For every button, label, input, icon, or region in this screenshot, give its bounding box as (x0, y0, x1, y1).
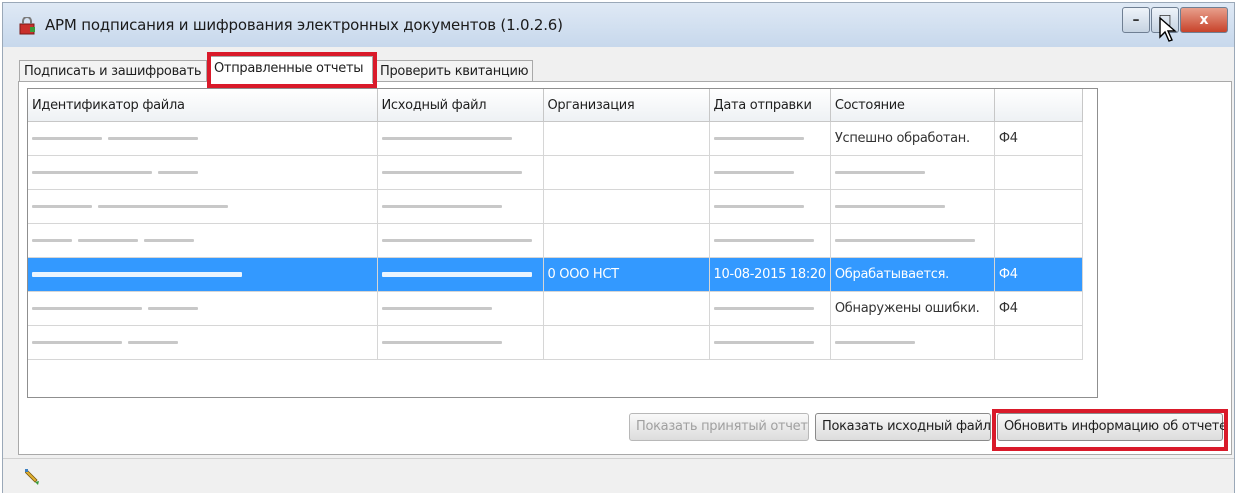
organization-cell (543, 189, 710, 224)
pencil-icon (25, 469, 39, 485)
send-date-cell (709, 189, 831, 224)
status-cell (830, 155, 995, 190)
form-cell: Ф4 (994, 257, 1083, 292)
send-date-cell: 10-08-2015 18:20 (709, 257, 831, 292)
table-row[interactable] (28, 223, 1083, 258)
column-header-form[interactable] (994, 89, 1083, 122)
source-file-cell (377, 291, 544, 326)
form-cell: Ф4 (994, 121, 1083, 156)
form-cell (994, 325, 1083, 360)
form-cell (994, 223, 1083, 258)
window-title: АРМ подписания и шифрования электронных … (45, 16, 563, 34)
column-header-send-date[interactable]: Дата отправки (709, 89, 831, 122)
send-date-cell (709, 121, 831, 156)
table-row[interactable]: Успешно обработан. Ф4 (28, 121, 1083, 156)
form-cell: Ф4 (994, 291, 1083, 326)
button-highlight-frame (992, 409, 1228, 451)
file-id-cell (28, 325, 378, 360)
file-id-cell (28, 257, 378, 292)
status-cell: Обрабатывается. (830, 257, 995, 292)
status-cell: Успешно обработан. (830, 121, 995, 156)
send-date-cell (709, 223, 831, 258)
status-cell (830, 325, 995, 360)
send-date-cell (709, 155, 831, 190)
organization-cell (543, 155, 710, 190)
header-row: Идентификатор файла Исходный файл Органи… (28, 89, 1083, 122)
file-id-cell (28, 121, 378, 156)
table-row-selected[interactable]: 0 ООО НСТ 10-08-2015 18:20 Обрабатываетс… (28, 257, 1083, 292)
sent-reports-panel: Идентификатор файла Исходный файл Органи… (18, 81, 1232, 455)
close-button[interactable]: x (1180, 7, 1228, 33)
column-header-file-id[interactable]: Идентификатор файла (28, 89, 378, 122)
table-row[interactable] (28, 189, 1083, 224)
organization-cell (543, 223, 710, 258)
reports-table: Идентификатор файла Исходный файл Органи… (28, 89, 1083, 360)
column-header-source-file[interactable]: Исходный файл (377, 89, 544, 122)
show-accepted-report-button[interactable]: Показать принятый отчет (629, 413, 809, 441)
show-source-file-button[interactable]: Показать исходный файл (815, 413, 991, 441)
source-file-cell (377, 155, 544, 190)
table-row[interactable] (28, 325, 1083, 360)
source-file-cell (377, 257, 544, 292)
file-id-cell (28, 223, 378, 258)
column-header-organization[interactable]: Организация (543, 89, 710, 122)
status-cell: Обнаружены ошибки. (830, 291, 995, 326)
organization-cell (543, 325, 710, 360)
status-cell (830, 189, 995, 224)
tab-highlight-frame (207, 52, 377, 88)
organization-cell (543, 121, 710, 156)
tab-check-receipt[interactable]: Проверить квитанцию (375, 60, 533, 82)
source-file-cell (377, 189, 544, 224)
status-bar (3, 458, 1234, 493)
source-file-cell (377, 223, 544, 258)
source-file-cell (377, 325, 544, 360)
tab-sign-encrypt[interactable]: Подписать и зашифровать (19, 60, 207, 82)
mouse-cursor-icon (1159, 17, 1177, 42)
file-id-cell (28, 291, 378, 326)
file-id-cell (28, 189, 378, 224)
source-file-cell (377, 121, 544, 156)
app-window: АРМ подписания и шифрования электронных … (2, 2, 1235, 493)
file-id-cell (28, 155, 378, 190)
minimize-button[interactable]: – (1122, 7, 1150, 33)
status-cell (830, 223, 995, 258)
form-cell (994, 155, 1083, 190)
title-bar: АРМ подписания и шифрования электронных … (3, 3, 1234, 47)
send-date-cell (709, 291, 831, 326)
table-row[interactable]: Обнаружены ошибки. Ф4 (28, 291, 1083, 326)
send-date-cell (709, 325, 831, 360)
lock-icon (19, 17, 35, 35)
organization-cell: 0 ООО НСТ (543, 257, 710, 292)
table-row[interactable] (28, 155, 1083, 190)
reports-grid[interactable]: Идентификатор файла Исходный файл Органи… (27, 88, 1098, 398)
column-header-status[interactable]: Состояние (830, 89, 995, 122)
form-cell (994, 189, 1083, 224)
organization-cell (543, 291, 710, 326)
